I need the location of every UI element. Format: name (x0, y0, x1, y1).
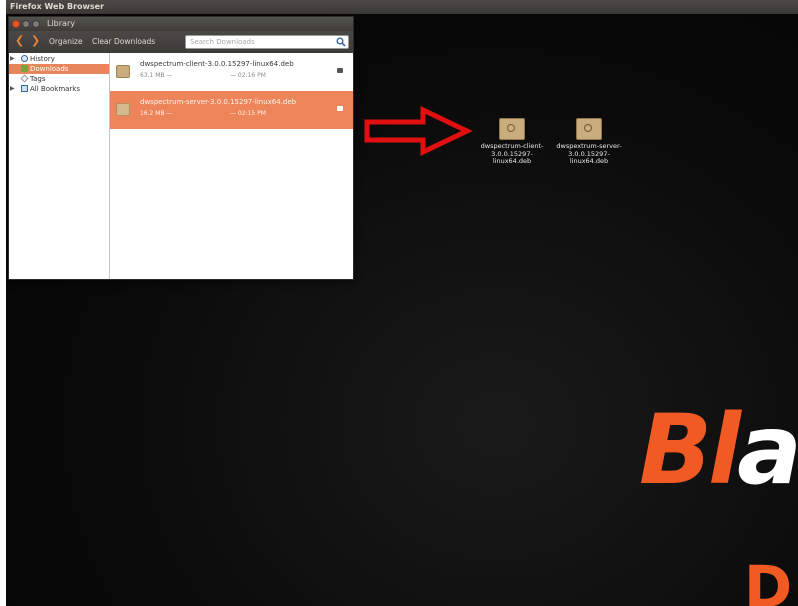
desktop-icon-client-deb[interactable]: dwspectrum-client-3.0.0.15297-linux64.de… (474, 118, 550, 166)
sidebar-item-downloads[interactable]: Downloads (9, 64, 109, 74)
package-icon (116, 65, 130, 78)
download-time: — 02:15 PM (230, 110, 266, 117)
download-filename: dwspectrum-server-3.0.0.15297-linux64.de… (140, 98, 297, 106)
minimize-button[interactable] (22, 20, 30, 28)
open-folder-icon[interactable] (337, 106, 343, 111)
clear-downloads-button[interactable]: Clear Downloads (92, 37, 155, 47)
red-arrow-icon (364, 106, 473, 156)
tag-icon (20, 74, 29, 83)
sidebar-item-label: History (30, 55, 55, 63)
expand-triangle-icon[interactable]: ▶ (10, 84, 15, 94)
library-title: Library (47, 19, 75, 28)
download-row-selected[interactable]: dwspectrum-server-3.0.0.15297-linux64.de… (110, 91, 353, 129)
clock-icon (21, 55, 28, 62)
download-size: 16.2 MB — (140, 110, 173, 117)
debian-package-icon (576, 118, 602, 140)
desktop: Firefox Web Browser Library ❮ ❯ Organize… (6, 0, 798, 606)
library-body: ▶ History Downloads Tags ▶ All Bookmarks… (9, 53, 353, 279)
search-placeholder: Search Downloads (190, 38, 255, 46)
sidebar-item-tags[interactable]: Tags (9, 74, 109, 84)
sidebar-item-all-bookmarks[interactable]: ▶ All Bookmarks (9, 84, 109, 94)
download-time: — 02:16 PM (230, 72, 266, 79)
downloads-list: dwspectrum-client-3.0.0.15297-linux64.de… (110, 53, 353, 279)
sidebar-item-label: All Bookmarks (30, 85, 81, 93)
bookmarks-icon (21, 85, 28, 92)
debian-package-icon (499, 118, 525, 140)
search-icon[interactable] (336, 37, 346, 47)
organize-menu[interactable]: Organize (49, 37, 83, 47)
library-toolbar: ❮ ❯ Organize Clear Downloads Search Down… (9, 31, 353, 53)
download-icon (21, 65, 28, 72)
search-downloads-input[interactable]: Search Downloads (185, 35, 349, 49)
package-icon (116, 103, 130, 116)
expand-triangle-icon[interactable]: ▶ (10, 54, 15, 64)
download-size: 63.1 MB — (140, 72, 173, 79)
top-panel-title: Firefox Web Browser (6, 0, 798, 14)
desktop-icon-label: dwspextrum-server-3.0.0.15297-linux64.de… (556, 142, 622, 165)
sidebar-item-history[interactable]: ▶ History (9, 54, 109, 64)
wallpaper-brand-logo-bottom: D (744, 553, 793, 606)
back-button[interactable]: ❮ (15, 34, 24, 48)
close-button[interactable] (12, 20, 20, 28)
download-row[interactable]: dwspectrum-client-3.0.0.15297-linux64.de… (110, 53, 353, 91)
desktop-icon-server-deb[interactable]: dwspextrum-server-3.0.0.15297-linux64.de… (551, 118, 627, 166)
forward-button[interactable]: ❯ (31, 34, 40, 48)
maximize-button[interactable] (32, 20, 40, 28)
sidebar-item-label: Tags (30, 75, 46, 83)
library-sidebar: ▶ History Downloads Tags ▶ All Bookmarks (9, 53, 110, 279)
wallpaper-brand-logo: Bla (639, 394, 798, 506)
sidebar-item-label: Downloads (30, 65, 69, 73)
download-filename: dwspectrum-client-3.0.0.15297-linux64.de… (140, 60, 294, 68)
library-window: Library ❮ ❯ Organize Clear Downloads Sea… (8, 16, 354, 280)
library-titlebar[interactable]: Library (9, 17, 353, 31)
window-controls (12, 20, 40, 28)
desktop-icon-label: dwspectrum-client-3.0.0.15297-linux64.de… (480, 142, 544, 165)
open-folder-icon[interactable] (337, 68, 343, 73)
